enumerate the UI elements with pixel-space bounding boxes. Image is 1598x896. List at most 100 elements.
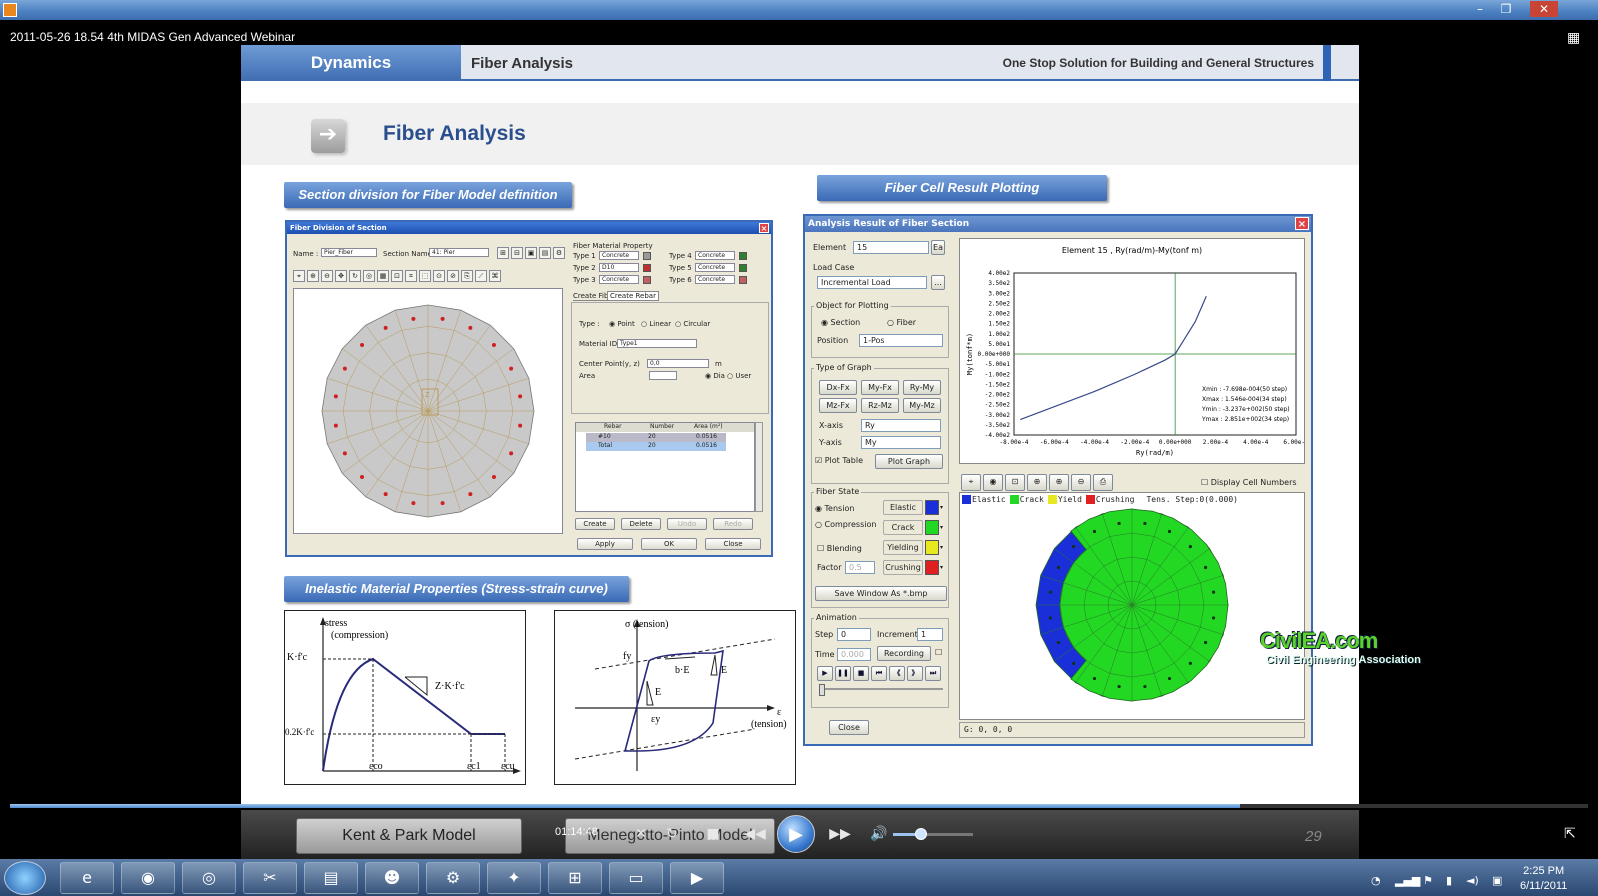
zoom-icon[interactable]: ⊘ [447,270,459,282]
table-create-button[interactable]: Create [575,518,615,530]
position-select[interactable]: 1-Pos [859,334,943,347]
fit-icon[interactable]: ⌖ [961,474,981,491]
yaxis-select[interactable]: My [861,436,941,449]
mesh-icon[interactable]: ⌘ [489,270,501,282]
type-color-swatch[interactable] [739,252,747,260]
radio-tension[interactable]: ◉ Tension [815,504,854,513]
close-icon[interactable]: × [759,223,769,233]
grid-icon[interactable]: ▦ [377,270,389,282]
chevron-down-icon[interactable]: ▾ [940,540,946,555]
start-button[interactable] [4,861,46,895]
taskbar-gear-icon[interactable]: ⚙ [426,862,480,894]
signal-tray-icon[interactable]: ▂▄▆ [1395,874,1420,887]
type-color-swatch[interactable] [643,276,651,284]
repeat-icon[interactable]: ↻ [658,823,686,845]
increment-field[interactable]: 1 [917,628,943,641]
animation-control-button[interactable]: ▶ [817,666,833,681]
line-icon[interactable]: ⟋ [475,270,487,282]
factor-field[interactable]: 0.5 [845,561,875,574]
state-yielding-swatch[interactable] [925,540,939,555]
graph-button-my-mz[interactable]: My-Mz [903,398,941,413]
state-crushing-swatch[interactable] [925,560,939,575]
flag-tray-icon[interactable]: ⚑ [1423,874,1433,887]
taskbar-chrome-icon[interactable]: ◎ [182,862,236,894]
xaxis-select[interactable]: Ry [861,419,941,432]
animation-control-button[interactable]: 》 [907,666,923,681]
zoom-icon[interactable]: ⊙ [433,270,445,282]
animation-control-button[interactable]: ⏮ [871,666,887,681]
animation-slider-track[interactable] [819,688,943,690]
section-select[interactable]: 41: Pier [429,248,489,257]
zoom-plus-icon[interactable]: ⊕ [1049,474,1069,491]
snap-icon[interactable]: ⌗ [405,270,417,282]
zoom-in-icon[interactable]: ⊕ [1027,474,1047,491]
type-color-swatch[interactable] [739,276,747,284]
taskbar-firefox-icon[interactable]: ◉ [121,862,175,894]
close-icon[interactable]: × [1295,217,1309,230]
graph-button-mz-fx[interactable]: Mz-Fx [819,398,857,413]
radio-dia[interactable]: ◉ Dia [705,372,725,380]
battery-tray-icon[interactable]: ▮ [1446,874,1452,887]
radio-linear[interactable]: ○ Linear [641,320,671,328]
chevron-down-icon[interactable]: ▾ [940,500,946,515]
radio-fiber[interactable]: ○ Fiber [887,318,916,327]
minimize-button[interactable]: – [1468,1,1492,17]
rewind-icon[interactable]: ◀◀ [741,823,769,845]
taskbar-media-icon[interactable]: ▶ [670,862,724,894]
select-icon[interactable]: ⬚ [419,270,431,282]
name-field[interactable]: Pier_Fiber [321,248,377,257]
expand-icon[interactable]: ⇱ [1564,826,1576,842]
recording-checkbox[interactable]: ☐ [935,648,942,657]
shuffle-icon[interactable]: ✕ [627,823,655,845]
play-button[interactable]: ▶ [777,815,815,853]
time-field[interactable]: 0.000 [837,648,871,661]
taskbar-grid-icon[interactable]: ⊞ [548,862,602,894]
type-material-select[interactable]: Concrete [695,263,735,272]
table-undo-button[interactable]: Undo [667,518,707,530]
tool-icon[interactable]: ⊟ [511,247,523,259]
type-color-swatch[interactable] [739,264,747,272]
load-case-more-button[interactable]: ... [931,275,945,290]
close-dialog-button[interactable]: Close [829,720,869,735]
stop-icon[interactable]: ■ [699,823,727,845]
load-case-select[interactable]: Incremental Load [817,276,927,289]
graph-button-my-fx[interactable]: My-Fx [861,380,899,395]
display-tray-icon[interactable]: ▣ [1492,874,1502,887]
section-canvas[interactable]: Z [293,288,563,534]
save-window-button[interactable]: Save Window As *.bmp [815,586,947,601]
table-row[interactable]: #10 20 0.0516 [586,433,726,442]
tool-icon[interactable]: ⊞ [497,247,509,259]
fullscreen-icon[interactable]: ▦ [1567,30,1587,46]
graph-button-dx-fx[interactable]: Dx-Fx [819,380,857,395]
taskbar-tools-icon[interactable]: ✂ [243,862,297,894]
state-elastic-swatch[interactable] [925,500,939,515]
ok-button[interactable]: OK [641,538,697,550]
volume-icon[interactable]: 🔊 [865,823,893,845]
copy-icon[interactable]: ⎘ [461,270,473,282]
type-color-swatch[interactable] [643,264,651,272]
zoom-minus-icon[interactable]: ⊖ [1071,474,1091,491]
state-crack-swatch[interactable] [925,520,939,535]
type-material-select[interactable]: D10 [599,263,639,272]
zoom-icon[interactable]: ⌖ [293,270,305,282]
recording-button[interactable]: Recording [877,646,931,661]
fit-icon[interactable]: ⊡ [391,270,403,282]
element-field[interactable]: 15 [853,241,929,254]
type-color-swatch[interactable] [643,252,651,260]
rotate-icon[interactable]: ↻ [349,270,361,282]
speaker-tray-icon[interactable]: ◄) [1466,874,1479,887]
taskbar-explorer-icon[interactable]: ▭ [609,862,663,894]
type-material-select[interactable]: Concrete [695,275,735,284]
material-id-select[interactable]: Type1 [617,339,697,348]
type-material-select[interactable]: Concrete [599,251,639,260]
frame-icon[interactable]: ⊡ [1005,474,1025,491]
gear-icon[interactable]: ◉ [983,474,1003,491]
taskbar-smile-icon[interactable]: ☻ [365,862,419,894]
taskbar-folder-icon[interactable]: ✦ [487,862,541,894]
center-field[interactable]: 0,0 [647,359,709,368]
animation-control-button[interactable]: ⏭ [925,666,941,681]
restore-button[interactable]: ❐ [1494,1,1518,17]
table-scrollbar[interactable] [755,422,763,512]
tool-icon[interactable]: ▤ [539,247,551,259]
area-select[interactable] [649,371,677,380]
